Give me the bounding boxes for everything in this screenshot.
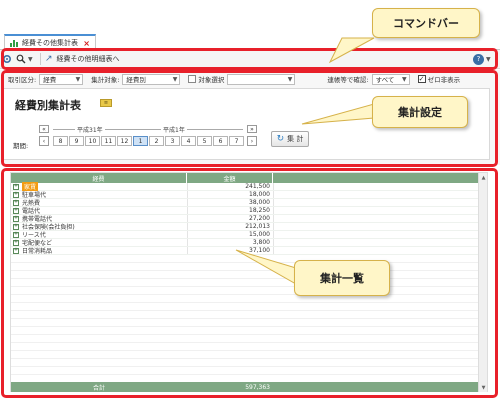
callout-list: 集計一覧 [294,260,390,296]
callout-settings: 集計設定 [372,96,468,128]
callout-command-bar: コマンドバー [372,8,480,38]
callout-pointers [235,37,375,285]
